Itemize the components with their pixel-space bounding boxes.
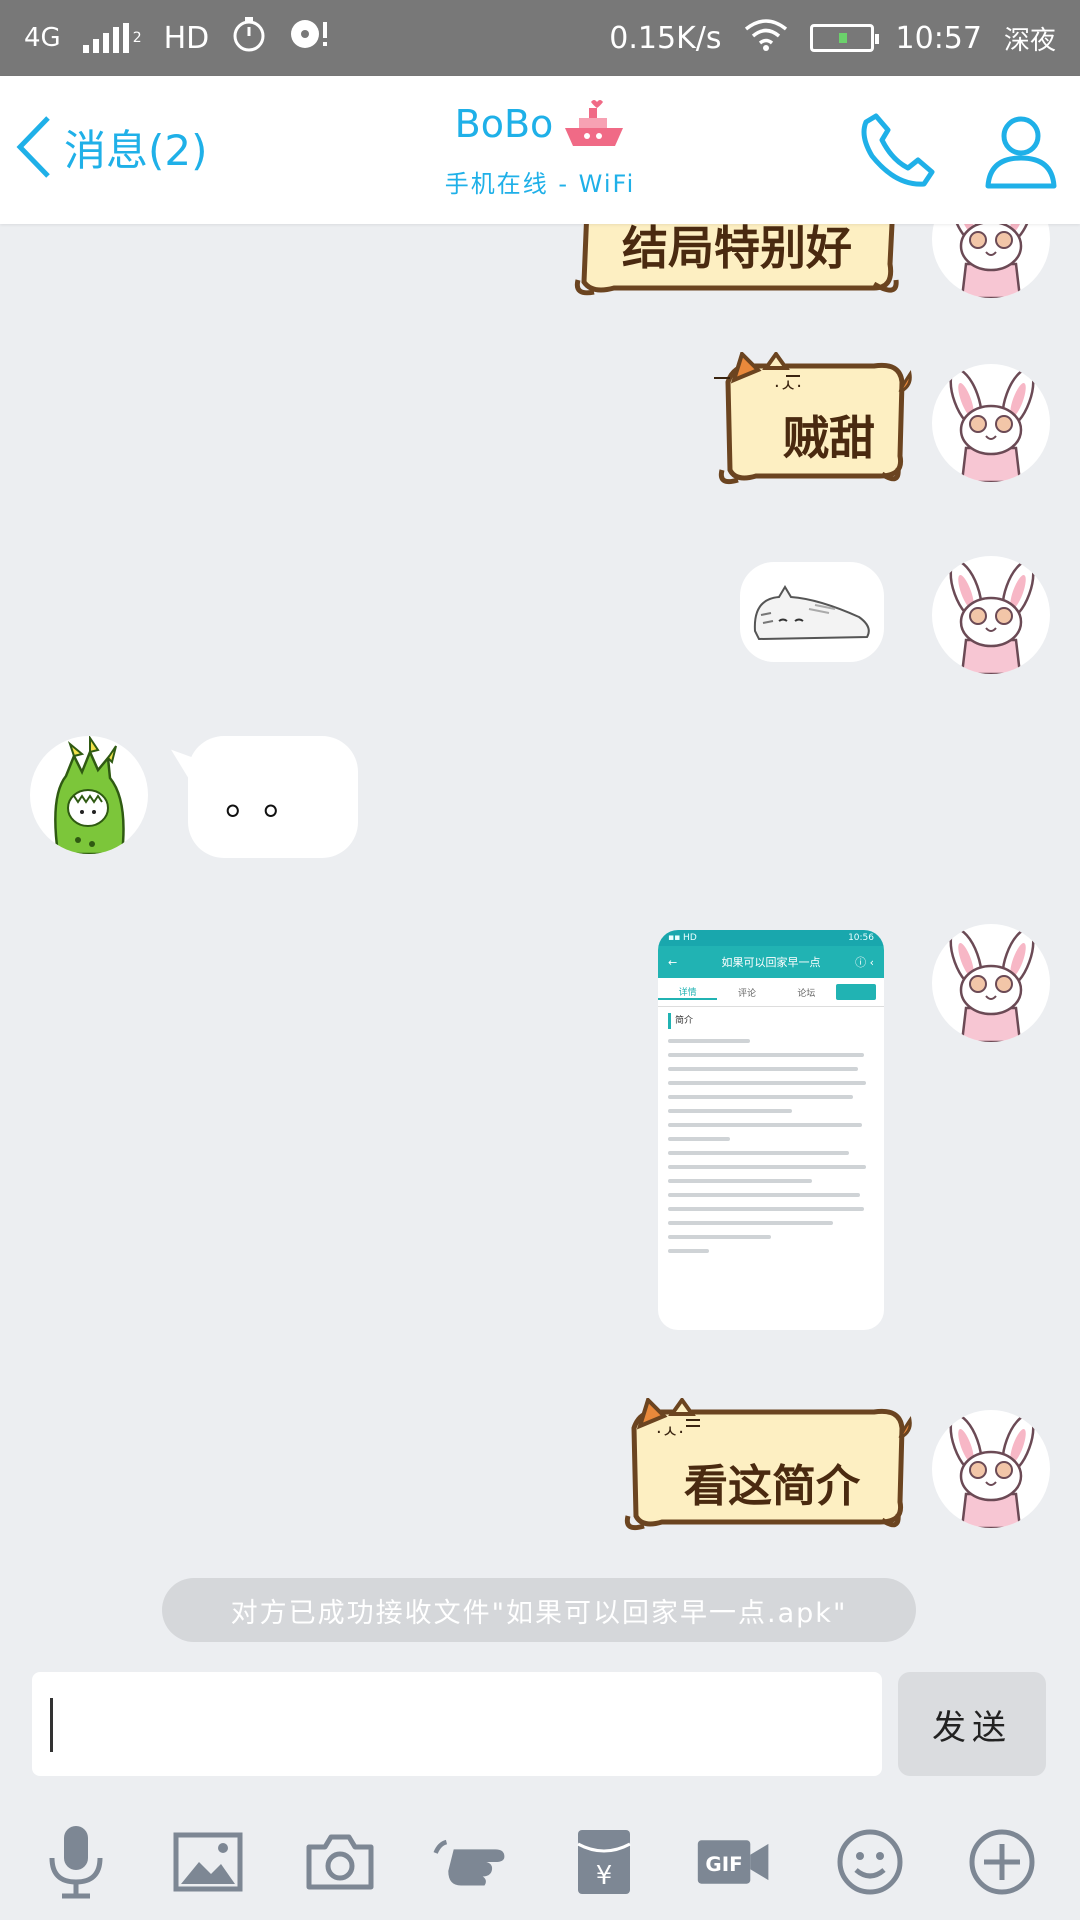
my-avatar[interactable] <box>932 224 1050 298</box>
my-avatar[interactable] <box>932 1410 1050 1528</box>
bunny-avatar-icon <box>949 368 1035 482</box>
camera-icon <box>306 1834 374 1890</box>
gif-button[interactable]: GIF <box>696 1824 772 1900</box>
text-message[interactable]: 。。 <box>188 736 358 858</box>
emoji-icon <box>837 1829 903 1895</box>
sticker-text: 看这简介 <box>684 1461 860 1512</box>
plus-icon <box>969 1829 1035 1895</box>
my-avatar[interactable] <box>932 924 1050 1042</box>
red-packet-icon: ¥ <box>577 1830 631 1894</box>
emoji-button[interactable] <box>832 1824 908 1900</box>
network-type: 4G <box>24 23 61 53</box>
contact-name: BoBo <box>454 102 554 146</box>
bunny-avatar-icon <box>949 928 1035 1042</box>
thumb-status-bar: ▪▪ HD 10:56 <box>658 930 884 946</box>
bunny-avatar-icon <box>949 224 1035 298</box>
wifi-icon <box>744 17 788 59</box>
thumb-tabs: 详情 评论 论坛 <box>658 978 884 1007</box>
night-mode-label: 深夜 <box>1003 25 1056 56</box>
send-button[interactable]: 发送 <box>898 1672 1046 1776</box>
message-input[interactable] <box>32 1672 882 1776</box>
contact-avatar[interactable] <box>30 736 148 854</box>
bunny-avatar-icon <box>949 1414 1035 1528</box>
sticker-text: 结局特别好 <box>622 224 852 275</box>
input-toolbar: ¥ GIF <box>0 1806 1080 1920</box>
bunny-avatar-icon <box>949 560 1035 674</box>
battery-icon <box>809 24 879 52</box>
gif-icon: GIF <box>697 1840 769 1884</box>
microphone-button[interactable] <box>38 1824 114 1900</box>
hd-indicator: HD <box>163 20 210 56</box>
profile-button[interactable] <box>984 112 1058 194</box>
message-text: 。。 <box>225 778 321 824</box>
chat-header: 消息(2) BoBo 手机在线 - WiFi <box>0 76 1080 224</box>
my-avatar[interactable] <box>932 556 1050 674</box>
microphone-icon <box>49 1826 103 1899</box>
file-received-notice: 对方已成功接收文件"如果可以回家早一点.apk" <box>162 1578 916 1642</box>
person-icon <box>985 116 1057 189</box>
sticker-message[interactable]: ·ㅅ· 贼甜 <box>714 350 914 492</box>
sticker-message[interactable]: 结局特别好 <box>574 224 900 300</box>
more-button[interactable] <box>964 1824 1040 1900</box>
red-packet-button[interactable]: ¥ <box>566 1824 642 1900</box>
green-dinosaur-avatar-icon <box>54 736 125 854</box>
clock: 10:57 <box>895 20 982 56</box>
sim-badge: 2 <box>132 30 142 46</box>
poke-icon <box>433 1839 505 1886</box>
my-avatar[interactable] <box>932 364 1050 482</box>
thumb-section: 简介 <box>668 1013 874 1029</box>
message-list[interactable]: 结局特别好 ·ㅅ· 贼甜 。。 ▪▪ HD 10:56 ← 如果可以回家早一点 … <box>0 224 1080 1664</box>
camera-button[interactable] <box>302 1824 378 1900</box>
poke-button[interactable] <box>432 1824 508 1900</box>
ship-badge-icon <box>565 100 624 146</box>
svg-text:¥: ¥ <box>596 1861 613 1891</box>
svg-text:·ㅅ·: ·ㅅ· <box>656 1422 684 1443</box>
text-caret <box>50 1698 53 1752</box>
call-button[interactable] <box>858 110 938 194</box>
signal-icon <box>82 23 129 53</box>
image-message[interactable]: ▪▪ HD 10:56 ← 如果可以回家早一点 ⓘ ‹ 详情 评论 论坛 简介 <box>658 930 884 1330</box>
phone-icon <box>861 113 935 187</box>
image-button[interactable] <box>170 1824 246 1900</box>
svg-text:·ㅅ·: ·ㅅ· <box>774 376 802 397</box>
thumb-tab: 详情 <box>658 985 718 1000</box>
image-message[interactable] <box>740 562 884 662</box>
status-bar: 4G 2 HD 0.15K/s 10:57 深夜 <box>0 0 1080 76</box>
thumb-title: 如果可以回家早一点 <box>721 956 821 969</box>
thumb-body: 简介 <box>658 1007 884 1265</box>
sticker-text: 贼甜 <box>783 411 875 465</box>
network-speed: 0.15K/s <box>609 20 722 56</box>
sleeping-cat-sticker-icon <box>753 585 870 641</box>
image-icon <box>173 1832 243 1892</box>
svg-text:GIF: GIF <box>705 1853 742 1876</box>
timer-icon <box>231 15 267 61</box>
thumb-tab: 论坛 <box>797 988 816 999</box>
thumb-tab: 评论 <box>737 988 756 999</box>
music-alert-icon <box>289 16 335 60</box>
sticker-message[interactable]: ·ㅅ· 看这简介 <box>620 1396 914 1538</box>
thumb-header: ← 如果可以回家早一点 ⓘ ‹ <box>658 946 884 978</box>
